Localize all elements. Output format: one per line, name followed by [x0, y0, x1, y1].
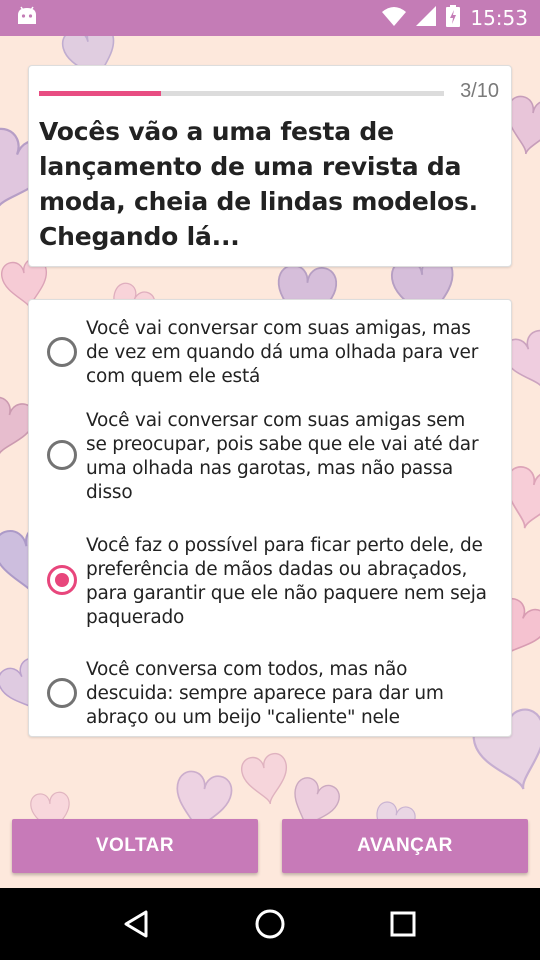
back-button[interactable]: VOLTAR: [12, 819, 258, 873]
quiz-progress-bar: [39, 91, 444, 96]
progress-counter: 3/10: [460, 80, 499, 102]
battery-charging-icon: [446, 4, 461, 32]
answer-option-4[interactable]: Você conversa com todos, mas não descuid…: [29, 650, 511, 736]
question-line: lançamento de uma revista da: [39, 152, 462, 181]
recents-square-icon[interactable]: [373, 894, 433, 954]
radio-button[interactable]: [47, 678, 77, 708]
answer-options-card: Você vai conversar com suas amigas, mas …: [28, 299, 512, 737]
status-time: 15:53: [470, 6, 528, 30]
option-line: de vez em quando dá uma olhada para ver: [86, 342, 479, 363]
option-line: Você vai conversar com suas amigas sem: [86, 410, 466, 431]
question-card: 3/10 Vocês vão a uma festa de lançamento…: [28, 65, 512, 267]
option-line: abraço ou um beijo "caliente" nele: [86, 707, 400, 728]
answer-option-text: Você faz o possível para ficar perto del…: [86, 534, 496, 630]
back-triangle-icon[interactable]: [107, 894, 167, 954]
option-line: Você faz o possível para ficar perto del…: [86, 535, 483, 556]
quiz-progress-fill: [39, 91, 161, 96]
option-line: preferência de mãos dadas ou abraçados,: [86, 559, 468, 580]
option-line: Você vai conversar com suas amigas, mas: [86, 318, 471, 339]
option-line: Você conversa com todos, mas não: [86, 659, 408, 680]
answer-option-text: Você conversa com todos, mas não descuid…: [86, 658, 496, 730]
next-button[interactable]: AVANÇAR: [282, 819, 528, 873]
answer-option-1[interactable]: Você vai conversar com suas amigas, mas …: [29, 309, 511, 399]
option-line: uma olhada nas garotas, mas não passa: [86, 458, 454, 479]
question-text: Vocês vão a uma festa de lançamento de u…: [39, 114, 499, 254]
option-line: disso: [86, 482, 133, 503]
radio-button[interactable]: [47, 440, 77, 470]
option-line: paquerado: [86, 607, 185, 628]
question-line: Vocês vão a uma festa de: [39, 117, 394, 146]
question-line: Chegando lá...: [39, 222, 240, 251]
wifi-icon: [382, 6, 407, 31]
cellular-signal-icon: [416, 5, 437, 31]
status-bar: 15:53: [0, 0, 540, 36]
option-line: descuida: sempre aparece para dar um: [86, 683, 444, 704]
answer-option-text: Você vai conversar com suas amigas sem s…: [86, 409, 496, 505]
answer-option-text: Você vai conversar com suas amigas, mas …: [86, 317, 496, 389]
option-line: com quem ele está: [86, 366, 261, 387]
option-line: para garantir que ele não paquere nem se…: [86, 583, 487, 604]
system-navigation-bar: [0, 888, 540, 960]
radio-button-selected[interactable]: [47, 565, 77, 595]
home-circle-icon[interactable]: [240, 894, 300, 954]
option-line: se preocupar, pois sabe que ele vai até …: [86, 434, 479, 455]
radio-button[interactable]: [47, 337, 77, 367]
android-icon: [16, 6, 38, 31]
answer-option-3[interactable]: Você faz o possível para ficar perto del…: [29, 525, 511, 647]
answer-option-2[interactable]: Você vai conversar com suas amigas sem s…: [29, 400, 511, 522]
question-line: moda, cheia de lindas modelos.: [39, 187, 478, 216]
